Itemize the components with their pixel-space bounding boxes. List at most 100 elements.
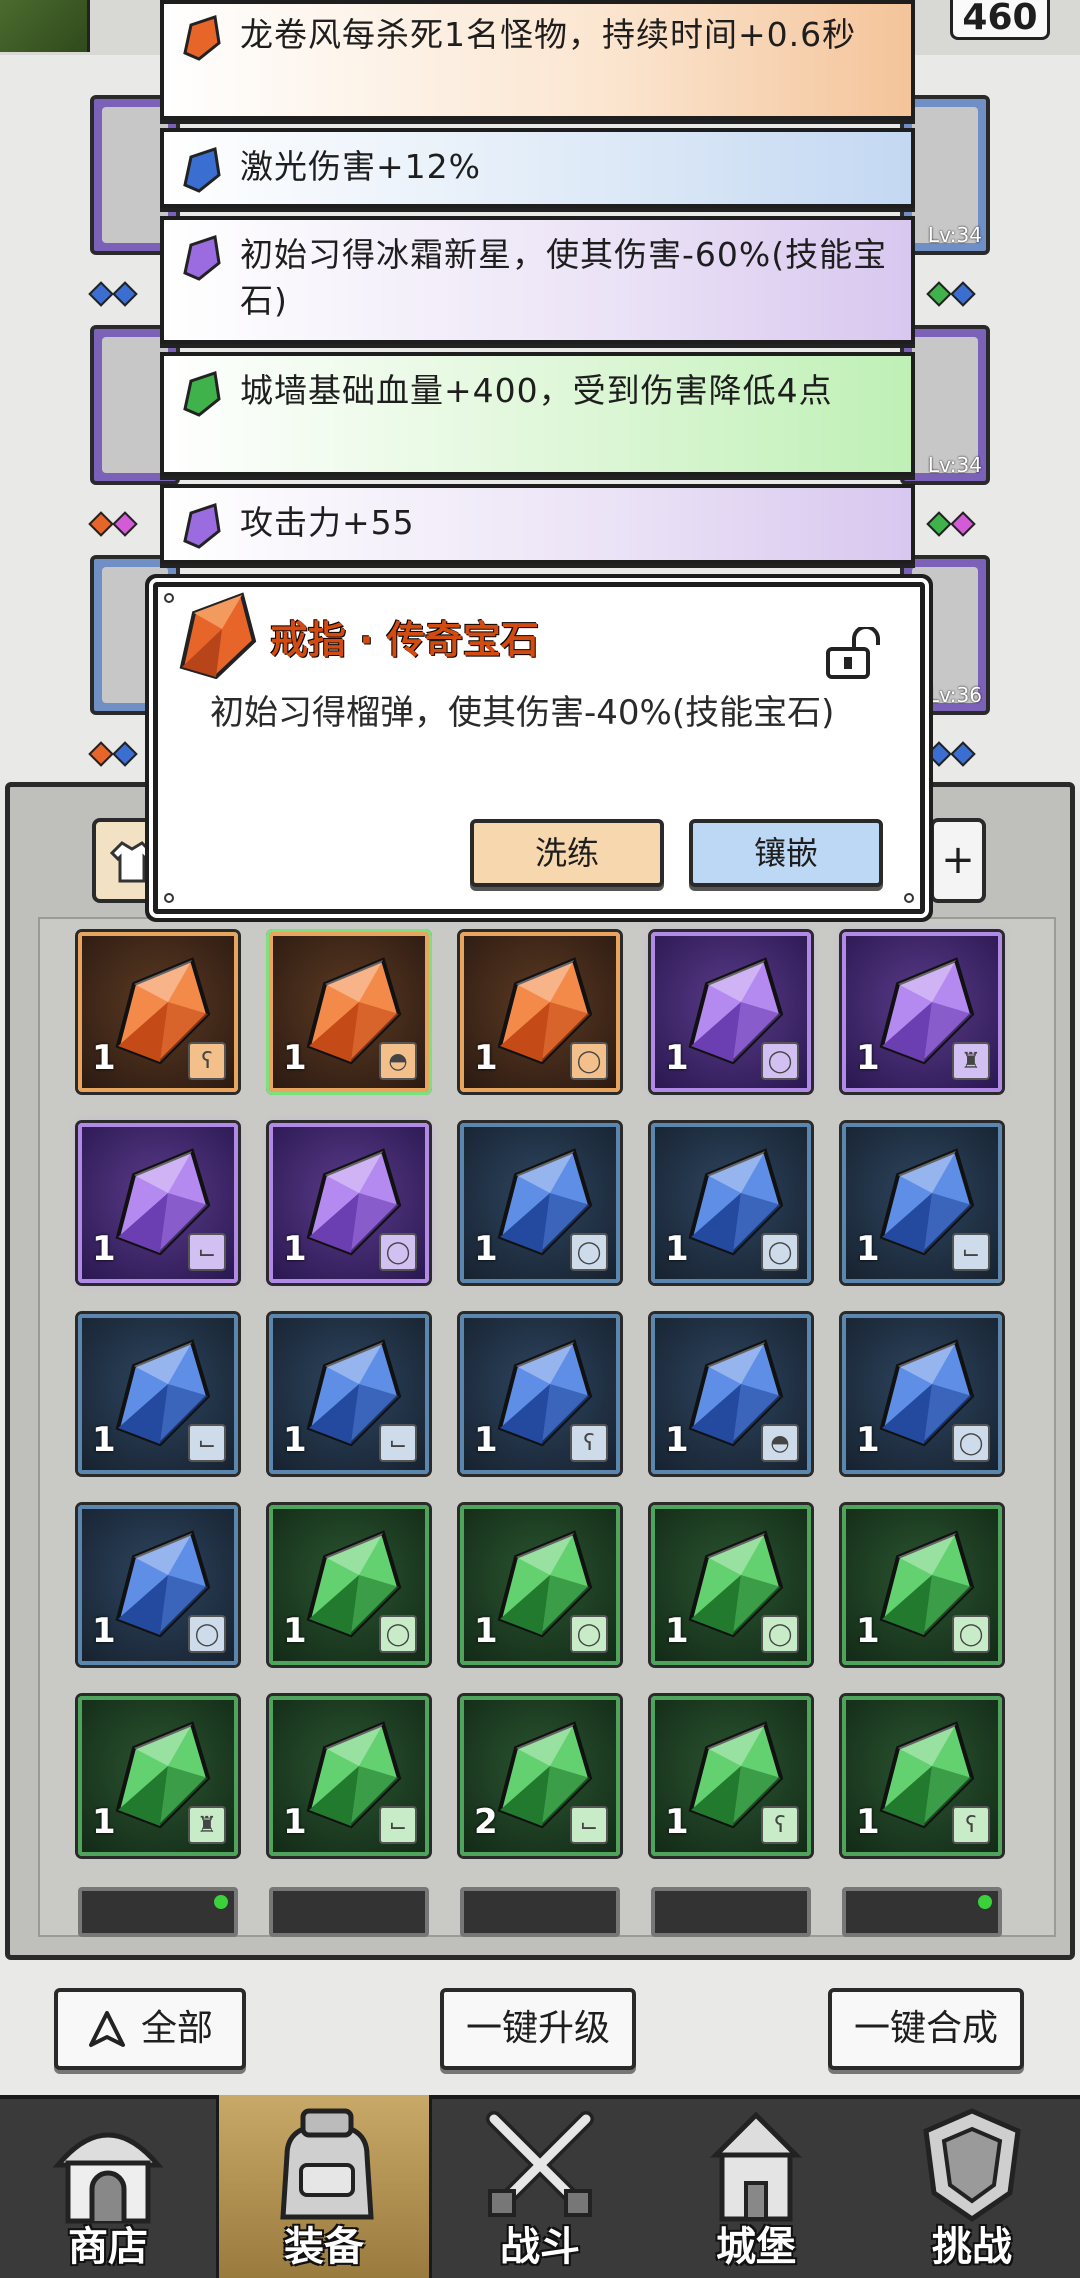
boots-icon: ⌙ [188,1233,226,1271]
gem-cell[interactable]: 1 ◯ [651,1505,811,1665]
gem-cell[interactable] [460,1887,620,1937]
equip-level-label: Lv:34 [927,223,982,247]
gem-cell[interactable]: 1 ⌙ [269,1696,429,1856]
equip-level-label: Lv:36 [927,683,982,707]
ring-icon: ◯ [761,1615,799,1653]
filter-all-button[interactable]: 全部 [54,1988,246,2070]
ring-icon: ◯ [761,1233,799,1271]
gem-cell[interactable]: 1ʕ [78,932,238,1092]
green-gem-icon [176,368,226,418]
upgrade-all-button[interactable]: 一键升级 [440,1988,636,2070]
gem-count: 1 [92,1802,116,1842]
gem-cell[interactable]: 1ʕ [651,1696,811,1856]
gem-cell[interactable]: 1 ◓ [266,929,432,1095]
nav-battle[interactable]: 战斗 [432,2095,648,2278]
ring-icon: ◯ [570,1233,608,1271]
blue-gem-icon [176,144,226,194]
necklace-icon: ʕ [952,1806,990,1844]
castle-icon [709,2111,803,2222]
nav-shop[interactable]: 商店 [0,2095,216,2278]
nav-equipment[interactable]: 装备 [216,2095,432,2278]
gem-cell[interactable]: 1 ⌙ [78,1123,238,1283]
gem-socket-pips [88,511,138,537]
filter-plus-button[interactable]: + [930,818,986,903]
purple-gem-icon [176,232,226,282]
armor-icon: ♜ [952,1042,990,1080]
gem-count: 1 [92,1611,116,1651]
gem-socket-pips [88,281,138,307]
popup-title: 戒指 · 传奇宝石 [270,618,539,662]
merge-all-button[interactable]: 一键合成 [828,1988,1024,2070]
boots-icon: ⌙ [188,1424,226,1462]
gem-count: 1 [856,1611,880,1651]
gem-cell[interactable]: 1 ◯ [460,1123,620,1283]
reroll-button[interactable]: 洗练 [470,819,664,887]
gem-cell[interactable]: 1 ◯ [842,1505,1002,1665]
necklace-icon: ʕ [761,1806,799,1844]
effect-tip-laser: 激光伤害+12% [160,128,915,208]
ring-icon: ◯ [188,1615,226,1653]
effect-tip-tornado: 龙卷风每杀死1名怪物，持续时间+0.6秒 [160,0,915,120]
gem-cell[interactable]: 1 ⌙ [842,1123,1002,1283]
gem-socket-pips [926,741,976,767]
gem-count: 1 [856,1229,880,1269]
gem-cell[interactable]: 1 ◯ [78,1505,238,1665]
nav-label: 战斗 [500,2224,580,2270]
challenge-icon [923,2108,1021,2223]
ring-icon: ◯ [570,1615,608,1653]
nav-castle[interactable]: 城堡 [648,2095,864,2278]
gem-cell[interactable]: 1 ◯ [460,932,620,1092]
gem-count: 1 [92,1229,116,1269]
gem-count: 1 [856,1802,880,1842]
gem-cell[interactable]: 2 ⌙ [460,1696,620,1856]
gem-count: 1 [665,1038,689,1078]
equip-level-label: Lv:34 [927,453,982,477]
helmet-icon: ◓ [761,1424,799,1462]
effect-text: 初始习得冰霜新星，使其伤害-60%(技能宝石) [240,235,888,320]
gem-count: 1 [92,1420,116,1460]
ring-icon: ◯ [570,1042,608,1080]
gem-cell[interactable]: 1 ⌙ [78,1314,238,1474]
gem-count: 1 [474,1611,498,1651]
gem-cell[interactable]: 1 ◯ [651,1123,811,1283]
gem-cell[interactable] [651,1887,811,1937]
nav-label: 城堡 [716,2224,796,2270]
unlock-icon[interactable] [824,627,882,681]
gem-cell[interactable] [78,1887,238,1937]
navigate-arrow-icon [88,2011,125,2047]
gem-cell[interactable]: 1 ◯ [269,1123,429,1283]
nav-label: 挑战 [932,2224,1012,2270]
necklace-icon: ʕ [188,1042,226,1080]
gem-cell[interactable]: 1 ◯ [842,1314,1002,1474]
gem-cell[interactable] [842,1887,1002,1937]
nav-challenge[interactable]: 挑战 [864,2095,1080,2278]
gem-cell[interactable]: 1 ◯ [651,932,811,1092]
gem-cell[interactable] [269,1887,429,1937]
gem-cell[interactable]: 1 ◯ [269,1505,429,1665]
gem-cell[interactable]: 1ʕ [842,1696,1002,1856]
gem-count: 1 [665,1611,689,1651]
gem-cell[interactable]: 1 ♜ [842,932,1002,1092]
map-thumbnail [0,0,90,52]
gem-count: 1 [474,1229,498,1269]
inlay-button[interactable]: 镶嵌 [689,819,883,887]
boots-icon: ⌙ [379,1424,417,1462]
gem-cell[interactable]: 1 ♜ [78,1696,238,1856]
helmet-icon: ◓ [379,1042,417,1080]
new-indicator [214,1895,228,1909]
gem-cell[interactable]: 1 ◯ [460,1505,620,1665]
gem-cell[interactable]: 1 ◓ [651,1314,811,1474]
boots-icon: ⌙ [379,1806,417,1844]
filter-all-label: 全部 [140,2008,213,2049]
swords-icon [486,2111,594,2217]
gem-count: 1 [665,1229,689,1269]
armor-icon: ♜ [188,1806,226,1844]
gem-count: 1 [283,1038,307,1078]
effect-tip-wall: 城墙基础血量+400，受到伤害降低4点 [160,352,915,476]
gem-cell[interactable]: 1ʕ [460,1314,620,1474]
ring-icon: ◯ [379,1233,417,1271]
gem-cell[interactable]: 1 ⌙ [269,1314,429,1474]
resource-count: 460 [950,0,1050,40]
gem-count: 1 [283,1802,307,1842]
gem-count: 1 [92,1038,116,1078]
